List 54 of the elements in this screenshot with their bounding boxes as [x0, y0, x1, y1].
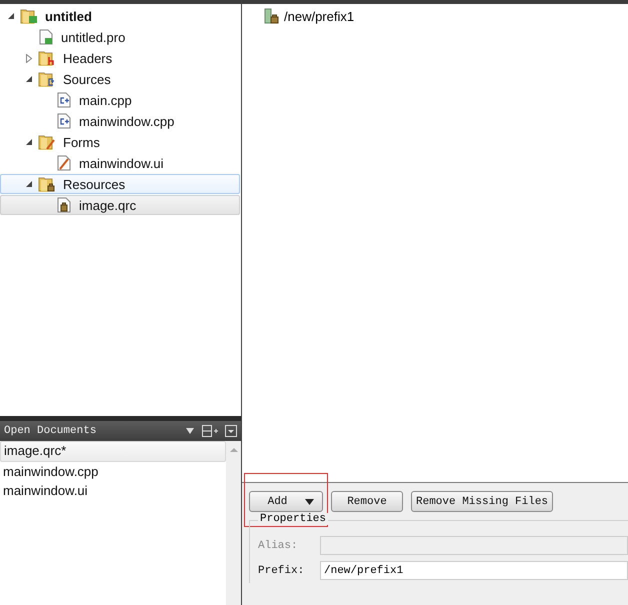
tree-item-label: Forms: [63, 134, 100, 150]
tree-item-label: Resources: [63, 176, 126, 192]
group-title: Properties: [258, 513, 328, 525]
tree-item[interactable]: Sources: [0, 69, 240, 89]
caret-icon: [305, 498, 314, 504]
tree-item-label: image.qrc: [79, 198, 136, 212]
scrollbar[interactable]: [226, 441, 241, 605]
tree-item[interactable]: Headers: [0, 48, 240, 68]
tree-item-label: mainwindow.cpp: [79, 114, 174, 128]
toolbar-button[interactable]: Add: [249, 491, 323, 512]
collapse-arrow-icon[interactable]: [7, 12, 15, 20]
tree-item-label: untitled.pro: [61, 30, 126, 44]
close-panel-icon[interactable]: [225, 425, 237, 437]
folder-icon: [38, 176, 56, 192]
tree-item[interactable]: main.cpp: [0, 90, 240, 110]
toolbar-button[interactable]: Remove Missing Files: [411, 491, 554, 512]
collapse-arrow-icon[interactable]: [25, 75, 33, 83]
collapse-arrow-icon[interactable]: [25, 180, 33, 188]
document-item[interactable]: mainwindow.cpp: [0, 462, 226, 481]
input-field[interactable]: /new/prefix1: [320, 561, 628, 580]
panel-title: Open Documents: [4, 425, 98, 437]
collapse-arrow-icon[interactable]: [25, 138, 33, 146]
split-icon[interactable]: [201, 424, 219, 438]
tree-item-label: untitled: [45, 8, 92, 24]
document-item[interactable]: image.qrc*: [0, 441, 226, 462]
prefix-item[interactable]: /new/prefix1: [264, 6, 628, 26]
file-icon: [56, 113, 72, 129]
folder-icon: [38, 71, 56, 87]
dropdown-arrow-icon[interactable]: [185, 427, 195, 435]
tree-item-label: Sources: [63, 72, 111, 86]
folder-icon: [38, 134, 56, 150]
prefix-label: /new/prefix1: [284, 8, 354, 24]
toolbar-button[interactable]: Remove: [331, 491, 403, 512]
expand-arrow-icon[interactable]: [25, 54, 33, 62]
file-icon: [56, 92, 72, 108]
folder-icon: [38, 50, 56, 66]
tree-item[interactable]: Forms: [0, 132, 240, 152]
file-icon: [38, 29, 54, 45]
tree-item[interactable]: mainwindow.ui: [0, 153, 240, 173]
tree-item[interactable]: image.qrc: [0, 195, 240, 215]
folder-icon: [20, 8, 38, 24]
tree-item-label: main.cpp: [79, 92, 132, 108]
file-icon: [56, 197, 72, 213]
document-item[interactable]: mainwindow.ui: [0, 481, 226, 500]
field-label: Prefix:: [258, 564, 306, 576]
tree-item-label: mainwindow.ui: [79, 156, 164, 170]
tree-item[interactable]: untitled: [0, 6, 240, 26]
tree-item[interactable]: untitled.pro: [0, 27, 240, 47]
folder-icon: [264, 8, 280, 24]
tree-item[interactable]: Resources: [0, 174, 240, 194]
file-icon: [56, 155, 72, 171]
field-label: Alias:: [258, 540, 299, 552]
tree-item-label: Headers: [63, 50, 112, 66]
tree-item[interactable]: mainwindow.cpp: [0, 111, 240, 131]
